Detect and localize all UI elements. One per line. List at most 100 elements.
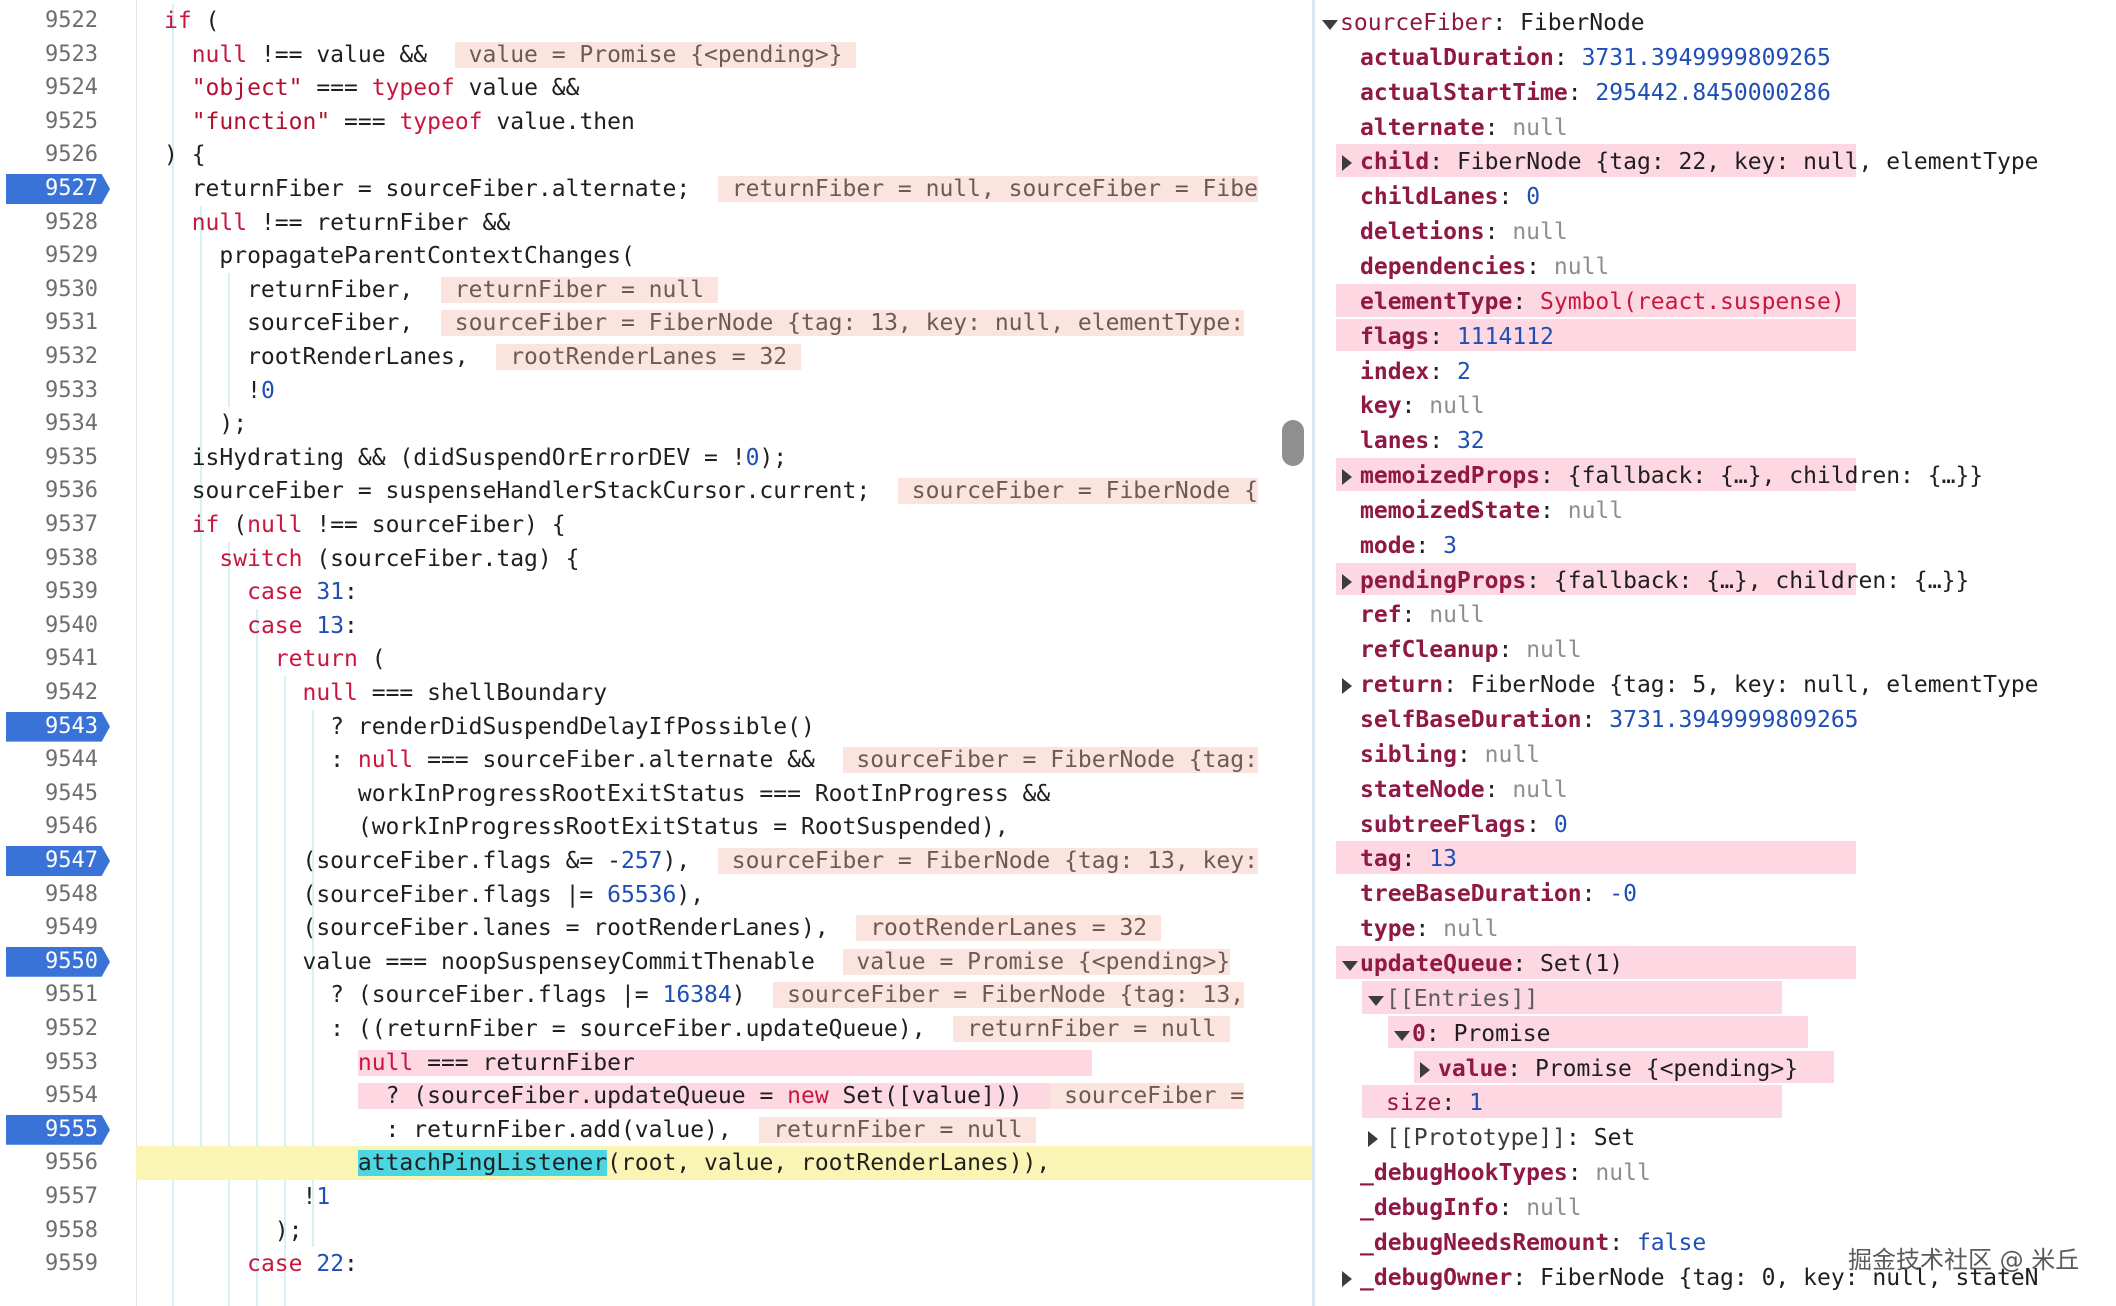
line-number[interactable]: 9556: [0, 1146, 112, 1180]
property-row[interactable]: memoizedState: null: [1360, 494, 1623, 529]
property-row[interactable]: subtreeFlags: 0: [1360, 808, 1568, 843]
property-row[interactable]: elementType: Symbol(react.suspense): [1360, 285, 1845, 320]
line-number[interactable]: 9533: [0, 374, 112, 408]
property-row[interactable]: 0: Promise: [1412, 1017, 1551, 1052]
property-row[interactable]: key: null: [1360, 389, 1485, 424]
line-number[interactable]: 9531: [0, 306, 112, 340]
line-number[interactable]: 9525: [0, 105, 112, 139]
property-row[interactable]: _debugInfo: null: [1360, 1191, 1582, 1226]
line-number[interactable]: 9535: [0, 441, 112, 475]
property-row[interactable]: selfBaseDuration: 3731.3949999809265: [1360, 703, 1859, 738]
line-number[interactable]: 9549: [0, 911, 112, 945]
line-number[interactable]: 9543: [0, 710, 112, 744]
line-number[interactable]: 9536: [0, 474, 112, 508]
collapse-triangle-icon[interactable]: [1342, 960, 1358, 971]
property-row[interactable]: memoizedProps: {fallback: {…}, children:…: [1360, 459, 1983, 494]
property-row[interactable]: [[Entries]]: [1386, 982, 1538, 1017]
property-value: 3: [1443, 532, 1457, 559]
line-number[interactable]: 9538: [0, 542, 112, 576]
line-number[interactable]: 9542: [0, 676, 112, 710]
property-row[interactable]: lanes: 32: [1360, 424, 1485, 459]
line-number[interactable]: 9541: [0, 642, 112, 676]
property-row[interactable]: refCleanup: null: [1360, 633, 1582, 668]
line-number[interactable]: 9522: [0, 4, 112, 38]
line-number[interactable]: 9557: [0, 1180, 112, 1214]
expand-triangle-icon[interactable]: [1420, 1061, 1430, 1078]
expand-triangle-icon[interactable]: [1342, 469, 1352, 486]
line-number[interactable]: 9555: [0, 1113, 112, 1147]
expand-triangle-icon[interactable]: [1368, 1131, 1378, 1148]
property-row[interactable]: [[Prototype]]: Set: [1386, 1121, 1635, 1156]
property-row[interactable]: sourceFiber: FiberNode: [1340, 6, 1645, 41]
property-row[interactable]: tag: 13: [1360, 842, 1457, 877]
property-row[interactable]: ref: null: [1360, 598, 1485, 633]
property-separator: :: [1540, 497, 1568, 524]
line-number[interactable]: 9547: [0, 844, 112, 878]
line-number[interactable]: 9551: [0, 978, 112, 1012]
property-row[interactable]: actualDuration: 3731.3949999809265: [1360, 41, 1831, 76]
line-number[interactable]: 9553: [0, 1046, 112, 1080]
line-number[interactable]: 9552: [0, 1012, 112, 1046]
property-row[interactable]: updateQueue: Set(1): [1360, 947, 1623, 982]
line-number[interactable]: 9527: [0, 172, 112, 206]
property-key: tag: [1360, 846, 1402, 873]
property-row[interactable]: actualStartTime: 295442.8450000286: [1360, 76, 1831, 111]
line-number[interactable]: 9528: [0, 206, 112, 240]
property-row[interactable]: treeBaseDuration: -0: [1360, 877, 1637, 912]
property-key: index: [1360, 358, 1430, 385]
property-row[interactable]: stateNode: null: [1360, 773, 1568, 808]
property-row[interactable]: child: FiberNode {tag: 22, key: null, el…: [1360, 145, 2039, 180]
line-number[interactable]: 9532: [0, 340, 112, 374]
property-row[interactable]: dependencies: null: [1360, 250, 1609, 285]
property-row[interactable]: flags: 1114112: [1360, 320, 1554, 355]
line-number[interactable]: 9523: [0, 38, 112, 72]
editor-scrollbar[interactable]: [1282, 420, 1304, 466]
property-row[interactable]: deletions: null: [1360, 215, 1568, 250]
line-number[interactable]: 9540: [0, 609, 112, 643]
code-line: "function" === typeof value.then: [191, 108, 635, 135]
property-key: return: [1360, 672, 1444, 699]
property-value: 0: [1526, 184, 1541, 211]
source-code-editor[interactable]: if ( null !== value && value = Promise {…: [136, 0, 1312, 1306]
expand-triangle-icon[interactable]: [1342, 1270, 1352, 1287]
expand-triangle-icon[interactable]: [1342, 573, 1352, 590]
property-row[interactable]: sibling: null: [1360, 738, 1540, 773]
property-row[interactable]: size: 1: [1386, 1086, 1483, 1121]
property-row[interactable]: childLanes: 0: [1360, 180, 1540, 215]
collapse-triangle-icon[interactable]: [1394, 1030, 1410, 1041]
line-number[interactable]: 9548: [0, 878, 112, 912]
collapse-triangle-icon[interactable]: [1322, 20, 1338, 30]
code-line: (workInProgressRootExitStatus = RootSusp…: [164, 814, 1009, 841]
expand-triangle-icon[interactable]: [1342, 155, 1352, 172]
line-number[interactable]: 9534: [0, 407, 112, 441]
property-value: -0: [1609, 881, 1637, 908]
collapse-triangle-icon[interactable]: [1368, 995, 1384, 1006]
property-row[interactable]: mode: 3: [1360, 529, 1457, 564]
property-row[interactable]: alternate: null: [1360, 111, 1568, 146]
panel-divider[interactable]: [1312, 0, 1315, 1306]
line-number[interactable]: 9550: [0, 945, 112, 979]
property-separator: :: [1401, 602, 1430, 629]
line-number[interactable]: 9537: [0, 508, 112, 542]
property-row[interactable]: pendingProps: {fallback: {…}, children: …: [1360, 564, 1969, 599]
line-number[interactable]: 9530: [0, 273, 112, 307]
line-number[interactable]: 9545: [0, 777, 112, 811]
line-number[interactable]: 9524: [0, 71, 112, 105]
property-row[interactable]: value: Promise {<pending>}: [1438, 1052, 1798, 1087]
line-number[interactable]: 9529: [0, 239, 112, 273]
line-number[interactable]: 9544: [0, 743, 112, 777]
property-key: _debugOwner: [1360, 1264, 1513, 1291]
property-row[interactable]: return: FiberNode {tag: 5, key: null, el…: [1360, 668, 2039, 703]
line-number[interactable]: 9559: [0, 1247, 112, 1281]
line-number[interactable]: 9546: [0, 810, 112, 844]
property-row[interactable]: index: 2: [1360, 355, 1471, 390]
line-number[interactable]: 9558: [0, 1214, 112, 1248]
line-number[interactable]: 9539: [0, 575, 112, 609]
property-row[interactable]: _debugNeedsRemount: false: [1360, 1226, 1706, 1261]
property-row[interactable]: _debugHookTypes: null: [1360, 1156, 1651, 1191]
line-number[interactable]: 9526: [0, 138, 112, 172]
code-line: workInProgressRootExitStatus === RootInP…: [164, 780, 1051, 807]
line-number[interactable]: 9554: [0, 1079, 112, 1113]
expand-triangle-icon[interactable]: [1342, 678, 1352, 695]
property-row[interactable]: type: null: [1360, 912, 1498, 947]
